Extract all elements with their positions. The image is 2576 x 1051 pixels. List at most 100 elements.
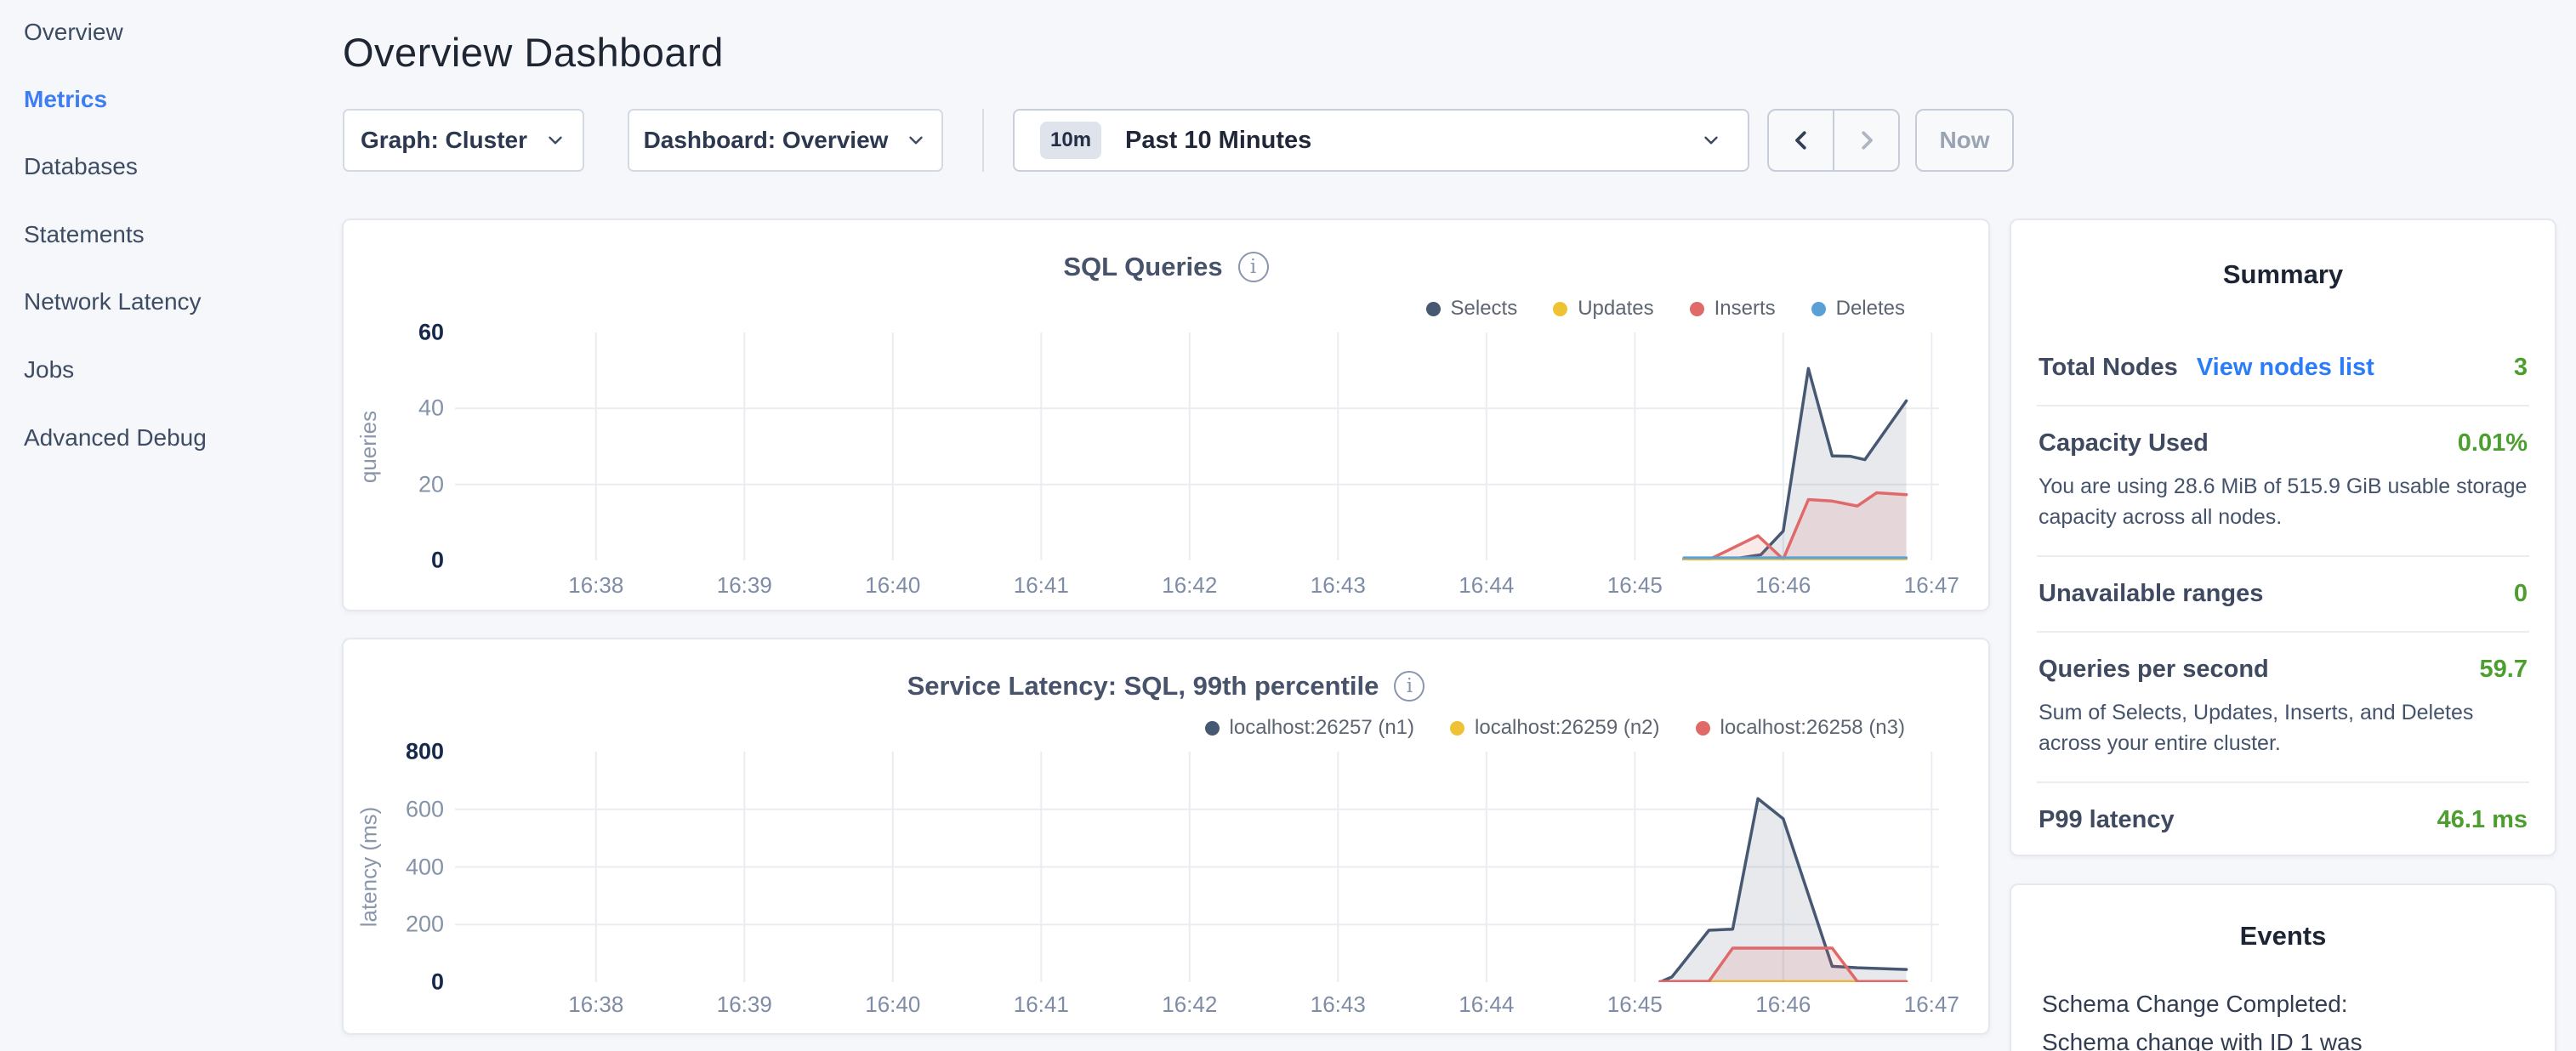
summary-row-label: Unavailable ranges [2039, 580, 2263, 608]
info-icon[interactable] [1394, 671, 1424, 702]
legend-item: Inserts [1690, 297, 1776, 321]
summary-row-queries-per-second: Queries per second 59.7 Sum of Selects, … [2037, 631, 2529, 781]
legend-dot [1205, 721, 1220, 736]
next-time-button[interactable] [1834, 111, 1898, 170]
prev-time-button[interactable] [1769, 111, 1834, 170]
y-tick-label: 0 [431, 969, 444, 996]
x-tick-label: 16:40 [865, 572, 920, 599]
legend-item: Deletes [1811, 297, 1905, 321]
x-tick-label: 16:43 [1311, 572, 1366, 599]
legend-dot [1426, 302, 1441, 316]
summary-row-value: 46.1 ms [2437, 806, 2528, 834]
dashboard-dropdown[interactable]: Dashboard: Overview [628, 109, 943, 172]
x-tick-label: 16:38 [568, 572, 623, 599]
x-tick-label: 16:41 [1014, 991, 1069, 1018]
page-title: Overview Dashboard [343, 29, 724, 76]
toolbar-divider [982, 109, 984, 172]
events-panel: Events Schema Change Completed: Schema c… [2010, 883, 2556, 1051]
time-window-select[interactable]: 10m Past 10 Minutes [1013, 109, 1749, 172]
legend-dot [1811, 302, 1826, 316]
summary-row-value: 59.7 [2480, 656, 2528, 684]
y-tick-label: 200 [406, 912, 444, 938]
chart-title: SQL Queries [1063, 252, 1222, 282]
x-tick-label: 16:47 [1904, 991, 1959, 1018]
summary-row-label: Total Nodes [2039, 354, 2178, 382]
summary-row-value: 0.01% [2458, 429, 2528, 457]
x-tick-label: 16:41 [1014, 572, 1069, 599]
legend-dot [1696, 721, 1710, 736]
event-item: Schema Change Completed: Schema change w… [2042, 986, 2524, 1051]
sidebar: Overview Metrics Databases Statements Ne… [0, 0, 340, 1051]
chevron-down-icon [905, 129, 927, 151]
x-tick-label: 16:40 [865, 991, 920, 1018]
summary-row-unavailable-ranges: Unavailable ranges 0 [2037, 555, 2529, 631]
x-tick-label: 16:45 [1607, 991, 1663, 1018]
y-tick-label: 800 [406, 739, 444, 765]
summary-row-description: You are using 28.6 MiB of 515.9 GiB usab… [2039, 471, 2528, 532]
graph-dropdown-label: Graph: Cluster [361, 127, 527, 154]
chart-legend: localhost:26257 (n1) localhost:26259 (n2… [1205, 716, 1905, 740]
metrics-overview-page: { "header": { "title": "Overview Dashboa… [0, 0, 2576, 1051]
summary-row-capacity-used: Capacity Used 0.01% You are using 28.6 M… [2037, 405, 2529, 555]
sidebar-item-network-latency[interactable]: Network Latency [24, 287, 202, 317]
legend-dot [1450, 721, 1464, 736]
time-pager [1767, 109, 1900, 172]
x-tick-label: 16:39 [717, 572, 772, 599]
x-tick-label: 16:38 [568, 991, 623, 1018]
view-nodes-list-link[interactable]: View nodes list [2197, 354, 2374, 382]
summary-title: Summary [2037, 259, 2529, 290]
sidebar-item-metrics[interactable]: Metrics [24, 84, 107, 115]
y-axis-ticks: 0204060 [344, 332, 444, 560]
sidebar-item-databases[interactable]: Databases [24, 151, 138, 182]
x-tick-label: 16:44 [1459, 572, 1514, 599]
chevron-left-icon [1788, 128, 1814, 153]
service-latency-plot [455, 752, 1939, 982]
summary-row-total-nodes: Total Nodes View nodes list 3 [2037, 331, 2529, 405]
y-axis-ticks: 0200400600800 [344, 752, 444, 982]
chevron-down-icon [544, 129, 566, 151]
sidebar-item-jobs[interactable]: Jobs [24, 355, 74, 385]
x-tick-label: 16:42 [1162, 991, 1217, 1018]
chart-legend: Selects Updates Inserts Deletes [1426, 297, 1906, 321]
summary-row-value: 0 [2514, 580, 2528, 608]
chart-title: Service Latency: SQL, 99th percentile [907, 671, 1379, 702]
time-window-badge: 10m [1040, 122, 1101, 159]
x-tick-label: 16:47 [1904, 572, 1959, 599]
x-axis-ticks: 16:38 16:39 16:40 16:41 16:42 16:43 16:44 16:45… [455, 991, 1939, 1019]
sql-queries-plot [455, 332, 1939, 560]
event-text: Schema Change Completed: Schema change w… [2042, 986, 2426, 1051]
y-tick-label: 20 [418, 471, 444, 497]
chevron-right-icon [1854, 128, 1879, 153]
dashboard-dropdown-label: Dashboard: Overview [644, 127, 889, 154]
legend-item: localhost:26259 (n2) [1450, 716, 1659, 740]
legend-item: Selects [1426, 297, 1518, 321]
x-tick-label: 16:44 [1459, 991, 1514, 1018]
sidebar-item-advanced-debug[interactable]: Advanced Debug [24, 423, 207, 453]
x-tick-label: 16:43 [1311, 991, 1366, 1018]
graph-dropdown[interactable]: Graph: Cluster [343, 109, 584, 172]
x-tick-label: 16:39 [717, 991, 772, 1018]
time-window-label: Past 10 Minutes [1125, 127, 1311, 155]
x-tick-label: 16:46 [1755, 991, 1811, 1018]
y-tick-label: 40 [418, 395, 444, 422]
summary-row-value: 3 [2514, 354, 2528, 382]
summary-row-label: Queries per second [2039, 656, 2269, 684]
summary-row-label: P99 latency [2039, 806, 2175, 834]
y-tick-label: 400 [406, 854, 444, 880]
x-tick-label: 16:46 [1755, 572, 1811, 599]
info-icon[interactable] [1238, 252, 1269, 282]
sidebar-item-statements[interactable]: Statements [24, 219, 145, 250]
service-latency-chart-panel: Service Latency: SQL, 99th percentile lo… [342, 638, 1990, 1035]
legend-item: localhost:26258 (n3) [1696, 716, 1905, 740]
sql-queries-chart-panel: SQL Queries Selects Updates Inserts Dele… [342, 219, 1990, 611]
legend-item: Updates [1553, 297, 1653, 321]
summary-panel: Summary Total Nodes View nodes list 3 Ca… [2010, 219, 2556, 856]
now-button[interactable]: Now [1915, 109, 2014, 172]
legend-dot [1553, 302, 1567, 316]
sidebar-item-overview[interactable]: Overview [24, 17, 123, 48]
x-axis-ticks: 16:3816:3916:4016:4116:4216:4316:4416:45… [455, 572, 1939, 599]
x-tick-label: 16:42 [1162, 572, 1217, 599]
summary-row-p99-latency: P99 latency 46.1 ms [2037, 781, 2529, 857]
y-tick-label: 0 [431, 548, 444, 574]
legend-dot [1690, 302, 1704, 316]
